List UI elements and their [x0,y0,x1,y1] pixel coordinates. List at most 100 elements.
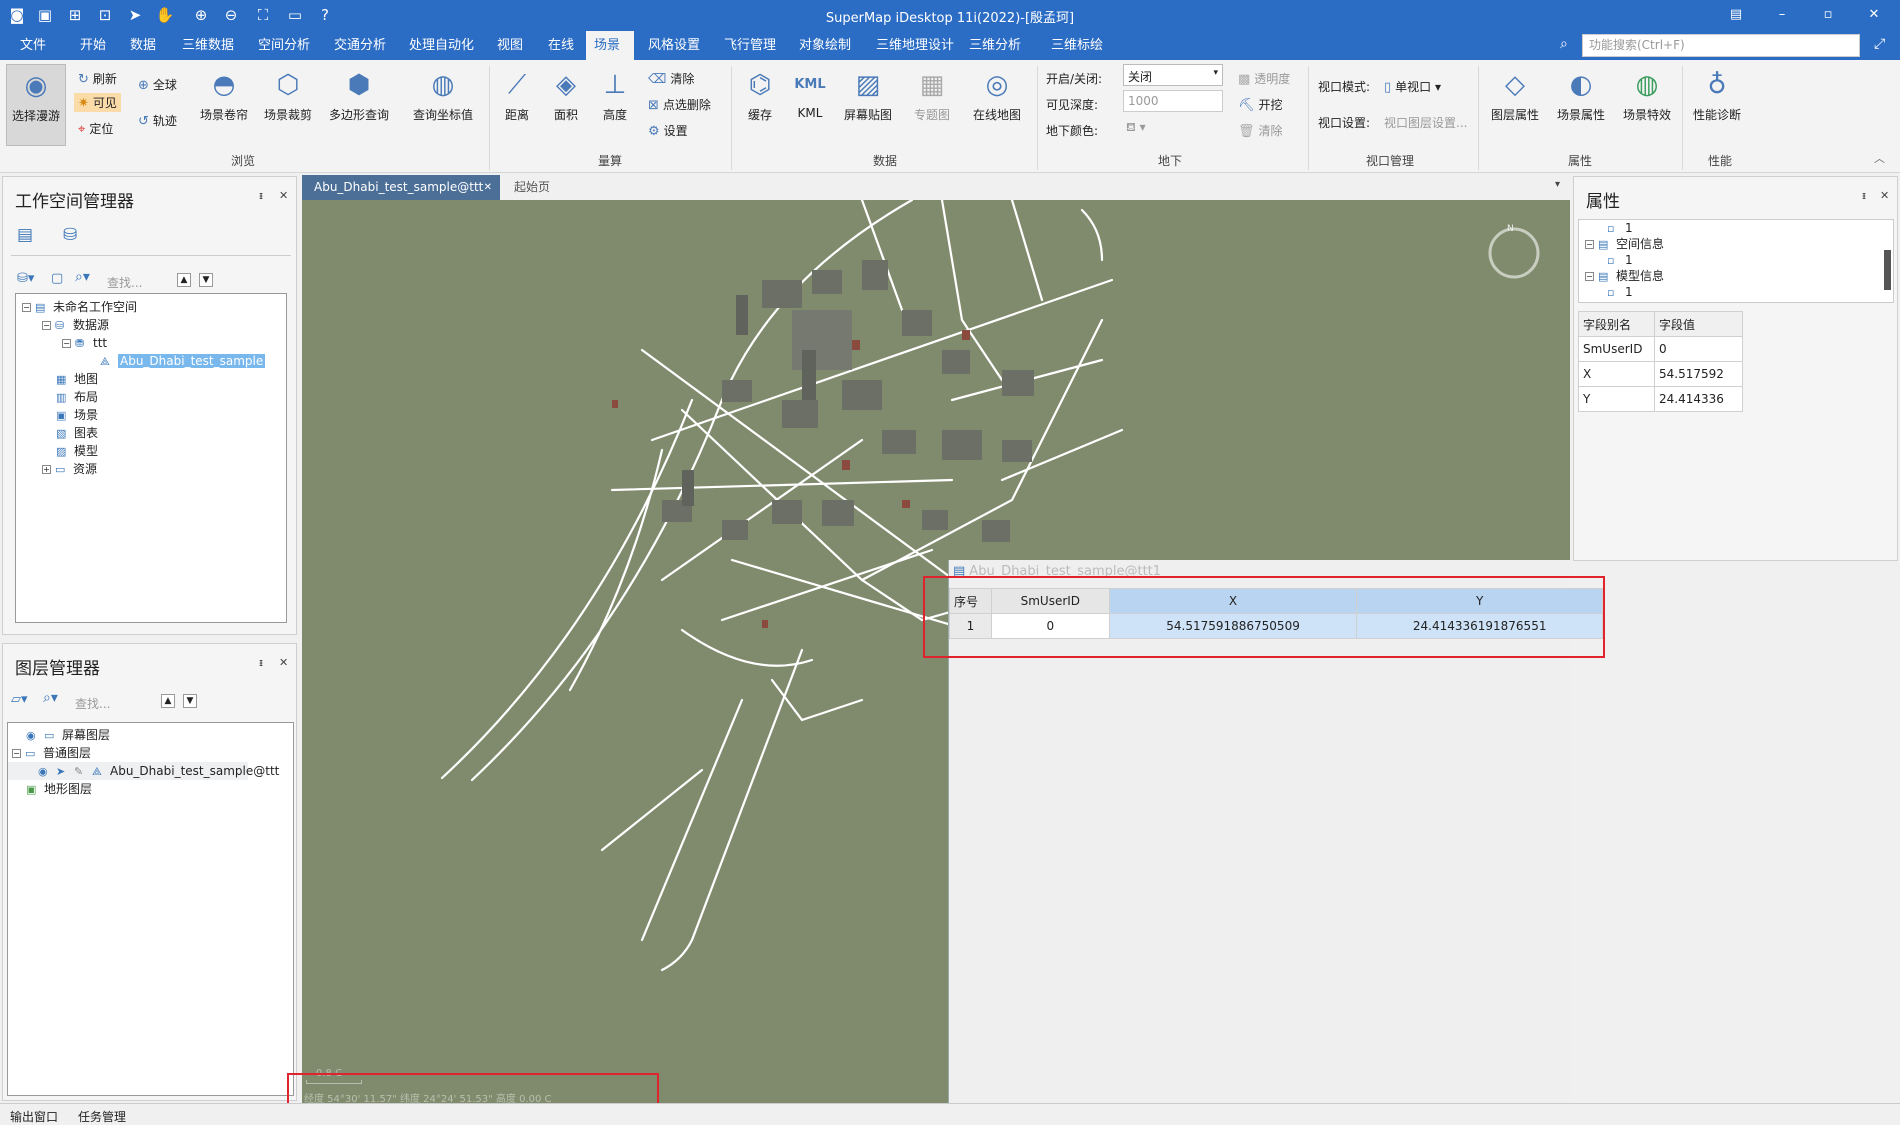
restore-layout-icon[interactable]: ▤ [1716,4,1756,26]
visible-button[interactable]: ✷ 可见 [74,93,121,112]
collapse-icon[interactable]: − [42,321,51,330]
query-coordinate-button[interactable]: ◍ 查询坐标值 [410,68,476,123]
move-down-icon[interactable]: ▼ [199,273,213,287]
tree-node-ttt[interactable]: − ⛃ ttt [16,334,286,352]
viewport-mode-select[interactable]: ▯ 单视口 ▾ [1384,78,1441,95]
menu-flight[interactable]: 飞行管理 [716,31,784,60]
tree-node-scenes[interactable]: ▣ 场景 [16,406,286,424]
field-value[interactable]: 0 [1654,336,1743,362]
close-button[interactable]: ✕ [1854,4,1894,26]
globe-button[interactable]: ⊕ 全球 [138,76,177,93]
output-window-tab[interactable]: 输出窗口 [10,1108,58,1125]
workspace-search-input[interactable]: 查找... [107,274,142,291]
underground-clear-button[interactable]: 🗑 清除 [1238,122,1283,139]
scene-properties-button[interactable]: ◐ 场景属性 [1552,68,1610,123]
add-layer-icon[interactable]: ▱▾ [11,692,28,707]
collapse-icon[interactable]: − [22,303,31,312]
cache-button[interactable]: ⌬ 缓存 [740,68,780,123]
refresh-button[interactable]: ↻ 刷新 [78,70,117,87]
field-value[interactable]: 24.414336 [1654,386,1743,412]
track-button[interactable]: ↺ 轨迹 [138,112,177,129]
open-workspace-icon[interactable]: ⛁▾ [17,271,34,286]
tree-node-layouts[interactable]: ▥ 布局 [16,388,286,406]
function-search-input[interactable]: 功能搜索(Ctrl+F) [1582,34,1860,57]
scene-effects-button[interactable]: ◍ 场景特效 [1618,68,1676,123]
compass-ring[interactable] [1488,227,1540,279]
collapse-icon[interactable]: − [1585,272,1594,281]
layer-node-abu-dhabi[interactable]: ◉ ➤ ✎ ⟁ Abu_Dhabi_test_sample@ttt [8,762,279,780]
layer-node-terrain[interactable]: ▣ 地形图层 [8,780,293,798]
maximize-button[interactable]: ▫ [1808,4,1848,26]
paint-bucket-icon[interactable]: ⛾ ▾ [1126,120,1146,136]
distance-button[interactable]: ⟋ 距离 [498,68,536,123]
fullscreen-icon[interactable]: ⤢ [1874,36,1885,52]
move-up-icon[interactable]: ▲ [177,273,191,287]
kml-button[interactable]: KML KML [790,68,830,120]
underground-onoff-select[interactable]: 关闭 ▾ [1123,64,1223,86]
pin-icon[interactable]: ᵻ [1862,189,1866,202]
menu-traffic-analysis[interactable]: 交通分析 [326,31,394,60]
selectable-icon[interactable]: ➤ [56,765,70,778]
menu-style[interactable]: 风格设置 [640,31,708,60]
panel-close-icon[interactable]: ✕ [279,189,288,202]
select-roam-button[interactable]: ◉ 选择漫游 [6,64,66,146]
pick-delete-button[interactable]: ⊠ 点选删除 [648,96,711,113]
pin-icon[interactable]: ᵻ [259,656,263,669]
new-file-icon[interactable]: ▢ [51,271,63,286]
collapse-icon[interactable]: − [1585,240,1594,249]
tab-scene-abu-dhabi[interactable]: Abu_Dhabi_test_sample@ttt ✕ [302,175,500,200]
collapse-icon[interactable]: − [62,339,71,348]
panel-close-icon[interactable]: ✕ [279,656,288,669]
datasource-tab-icon[interactable]: ⛁ [63,225,77,245]
expand-icon[interactable]: + [42,465,51,474]
properties-tree-item[interactable]: ▫ 1 [1579,284,1893,300]
locate-button[interactable]: ⌖ 定位 [78,120,113,137]
menu-online[interactable]: 在线 [540,31,582,60]
collapse-ribbon-icon[interactable]: ︿ [1874,150,1885,166]
tab-start-page[interactable]: 起始页 [502,175,562,200]
menu-3d-design[interactable]: 三维地理设计 [868,31,962,60]
menu-start[interactable]: 开始 [72,31,114,60]
visible-eye-icon[interactable]: ◉ [26,729,40,742]
scrollbar-thumb[interactable] [1884,250,1891,290]
layer-node-screen[interactable]: ◉ ▭ 屏幕图层 [8,726,293,744]
area-button[interactable]: ◈ 面积 [547,68,585,123]
menu-file[interactable]: 文件 [12,31,54,60]
layer-search-input[interactable]: 查找... [75,695,110,712]
properties-tree-item[interactable]: − ▤ 空间信息 [1579,236,1893,252]
screen-overlay-button[interactable]: ▨ 屏幕贴图 [840,68,896,123]
task-manager-tab[interactable]: 任务管理 [78,1108,126,1125]
thematic-button[interactable]: ▦ 专题图 [908,68,956,123]
measure-clear-button[interactable]: ⌫ 清除 [648,70,694,87]
field-value[interactable]: 54.517592 [1654,361,1743,387]
workspace-tab-icon[interactable]: ▤ [17,225,33,245]
measure-settings-button[interactable]: ⚙ 设置 [648,122,688,139]
editable-icon[interactable]: ✎ [74,765,88,778]
tab-list-chevron-icon[interactable]: ▾ [1555,179,1560,190]
visible-eye-icon[interactable]: ◉ [38,765,52,778]
collapse-icon[interactable]: − [12,749,21,758]
properties-tree-item[interactable]: − ▤ 模型信息 [1579,268,1893,284]
menu-automation[interactable]: 处理自动化 [401,31,482,60]
scene-roll-button[interactable]: ◓ 场景卷帘 [196,68,252,123]
move-down-icon[interactable]: ▼ [183,694,197,708]
menu-3d-plot[interactable]: 三维标绘 [1043,31,1111,60]
polygon-query-button[interactable]: ⬢ 多边形查询 [326,68,392,123]
excavate-button[interactable]: ⛏ 开挖 [1238,96,1283,113]
panel-close-icon[interactable]: ✕ [1880,189,1889,202]
close-icon[interactable]: ✕ [484,175,492,200]
visible-depth-input[interactable]: 1000 [1123,90,1223,112]
layer-properties-button[interactable]: ◇ 图层属性 [1486,68,1544,123]
tree-node-resources[interactable]: + ▭ 资源 [16,460,286,478]
tree-node-models[interactable]: ▨ 模型 [16,442,286,460]
tree-node-maps[interactable]: ▦ 地图 [16,370,286,388]
viewport-settings-button[interactable]: 视口图层设置... [1384,114,1467,131]
tree-node-dataset[interactable]: ⟁ Abu_Dhabi_test_sample [16,352,286,370]
menu-scene[interactable]: 场景 [586,31,634,60]
tree-node-workspace[interactable]: − ▤ 未命名工作空间 [16,298,286,316]
transparency-button[interactable]: ▩ 透明度 [1238,70,1290,87]
tree-node-charts[interactable]: ▧ 图表 [16,424,286,442]
properties-tree-item[interactable]: ▫ 1 [1579,252,1893,268]
properties-tree-item[interactable]: ▫ 1 [1579,220,1893,236]
height-button[interactable]: ⊥ 高度 [596,68,634,123]
